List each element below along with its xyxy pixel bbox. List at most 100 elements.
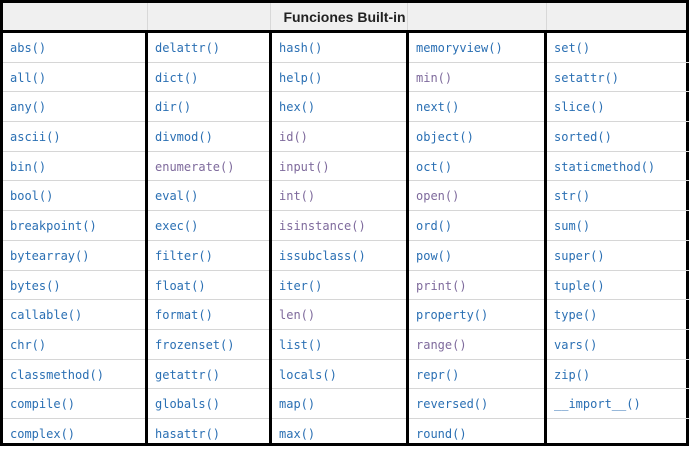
table-cell: frozenset()	[148, 330, 269, 360]
table-cell: delattr()	[148, 33, 269, 63]
function-link[interactable]: frozenset()	[155, 338, 234, 352]
function-link[interactable]: sorted()	[554, 130, 612, 144]
table-cell: property()	[409, 300, 544, 330]
table-cell: dir()	[148, 92, 269, 123]
function-link[interactable]: ascii()	[10, 130, 61, 144]
function-link[interactable]: max()	[279, 427, 315, 441]
table-cell: str()	[547, 181, 689, 212]
function-link[interactable]: float()	[155, 279, 206, 293]
function-link[interactable]: enumerate()	[155, 160, 234, 174]
function-link[interactable]: format()	[155, 308, 213, 322]
function-link[interactable]: input()	[279, 160, 330, 174]
function-link[interactable]: bytearray()	[10, 249, 89, 263]
table-cell: classmethod()	[3, 360, 146, 390]
table-cell: getattr()	[148, 360, 269, 390]
function-link[interactable]: str()	[554, 189, 590, 203]
function-link[interactable]: repr()	[416, 368, 459, 382]
table-cell: issubclass()	[272, 241, 406, 271]
table-cell: abs()	[3, 33, 146, 63]
table-cell: range()	[409, 330, 544, 360]
table-cell: chr()	[3, 330, 146, 360]
table-cell: repr()	[409, 360, 544, 390]
function-link[interactable]: any()	[10, 100, 46, 114]
function-link[interactable]: callable()	[10, 308, 82, 322]
function-link[interactable]: setattr()	[554, 71, 619, 85]
function-link[interactable]: int()	[279, 189, 315, 203]
function-link[interactable]: bool()	[10, 189, 53, 203]
table-cell: max()	[272, 419, 406, 449]
function-link[interactable]: breakpoint()	[10, 219, 97, 233]
function-link[interactable]: staticmethod()	[554, 160, 655, 174]
table-cell: super()	[547, 241, 689, 271]
function-link[interactable]: vars()	[554, 338, 597, 352]
function-link[interactable]: reversed()	[416, 397, 488, 411]
function-link[interactable]: bin()	[10, 160, 46, 174]
function-link[interactable]: min()	[416, 71, 452, 85]
function-link[interactable]: id()	[279, 130, 308, 144]
table-cell: exec()	[148, 211, 269, 241]
function-link[interactable]: iter()	[279, 279, 322, 293]
table-title: Funciones Built-in	[283, 9, 406, 25]
table-cell: hex()	[272, 92, 406, 123]
function-link[interactable]: set()	[554, 41, 590, 55]
function-link[interactable]: __import__()	[554, 397, 641, 411]
function-link[interactable]: isinstance()	[279, 219, 366, 233]
function-link[interactable]: chr()	[10, 338, 46, 352]
function-link[interactable]: eval()	[155, 189, 198, 203]
function-link[interactable]: ord()	[416, 219, 452, 233]
function-link[interactable]: divmod()	[155, 130, 213, 144]
table-cell: next()	[409, 92, 544, 123]
function-link[interactable]: getattr()	[155, 368, 220, 382]
function-link[interactable]: slice()	[554, 100, 605, 114]
function-link[interactable]: property()	[416, 308, 488, 322]
function-link[interactable]: issubclass()	[279, 249, 366, 263]
function-link[interactable]: len()	[279, 308, 315, 322]
function-link[interactable]: zip()	[554, 368, 590, 382]
function-link[interactable]: dict()	[155, 71, 198, 85]
table-cell: slice()	[547, 92, 689, 123]
function-link[interactable]: compile()	[10, 397, 75, 411]
function-link[interactable]: filter()	[155, 249, 213, 263]
function-link[interactable]: round()	[416, 427, 467, 441]
function-link[interactable]: oct()	[416, 160, 452, 174]
table-cell: divmod()	[148, 122, 269, 152]
function-link[interactable]: print()	[416, 279, 467, 293]
function-link[interactable]: locals()	[279, 368, 337, 382]
function-link[interactable]: delattr()	[155, 41, 220, 55]
function-link[interactable]: open()	[416, 189, 459, 203]
function-link[interactable]: bytes()	[10, 279, 61, 293]
table-cell: pow()	[409, 241, 544, 271]
function-link[interactable]: exec()	[155, 219, 198, 233]
function-link[interactable]: globals()	[155, 397, 220, 411]
table-cell: setattr()	[547, 63, 689, 93]
table-cell: sum()	[547, 211, 689, 241]
function-link[interactable]: memoryview()	[416, 41, 503, 55]
table-cell: isinstance()	[272, 211, 406, 241]
function-link[interactable]: sum()	[554, 219, 590, 233]
function-link[interactable]: all()	[10, 71, 46, 85]
function-link[interactable]: object()	[416, 130, 474, 144]
function-link[interactable]: dir()	[155, 100, 191, 114]
function-link[interactable]: list()	[279, 338, 322, 352]
table-cell: list()	[272, 330, 406, 360]
function-link[interactable]: tuple()	[554, 279, 605, 293]
function-link[interactable]: hex()	[279, 100, 315, 114]
function-link[interactable]: super()	[554, 249, 605, 263]
function-link[interactable]: next()	[416, 100, 459, 114]
function-link[interactable]: range()	[416, 338, 467, 352]
function-link[interactable]: hasattr()	[155, 427, 220, 441]
function-link[interactable]: type()	[554, 308, 597, 322]
table-cell	[547, 419, 689, 449]
function-link[interactable]: abs()	[10, 41, 46, 55]
function-link[interactable]: complex()	[10, 427, 75, 441]
function-link[interactable]: classmethod()	[10, 368, 104, 382]
column-2: delattr() dict() dir() divmod() enumerate() e…	[145, 33, 269, 443]
table-cell: compile()	[3, 389, 146, 419]
table-cell: enumerate()	[148, 152, 269, 182]
function-link[interactable]: hash()	[279, 41, 322, 55]
function-link[interactable]: pow()	[416, 249, 452, 263]
function-link[interactable]: map()	[279, 397, 315, 411]
table-cell: breakpoint()	[3, 211, 146, 241]
function-link[interactable]: help()	[279, 71, 322, 85]
table-cell: ascii()	[3, 122, 146, 152]
